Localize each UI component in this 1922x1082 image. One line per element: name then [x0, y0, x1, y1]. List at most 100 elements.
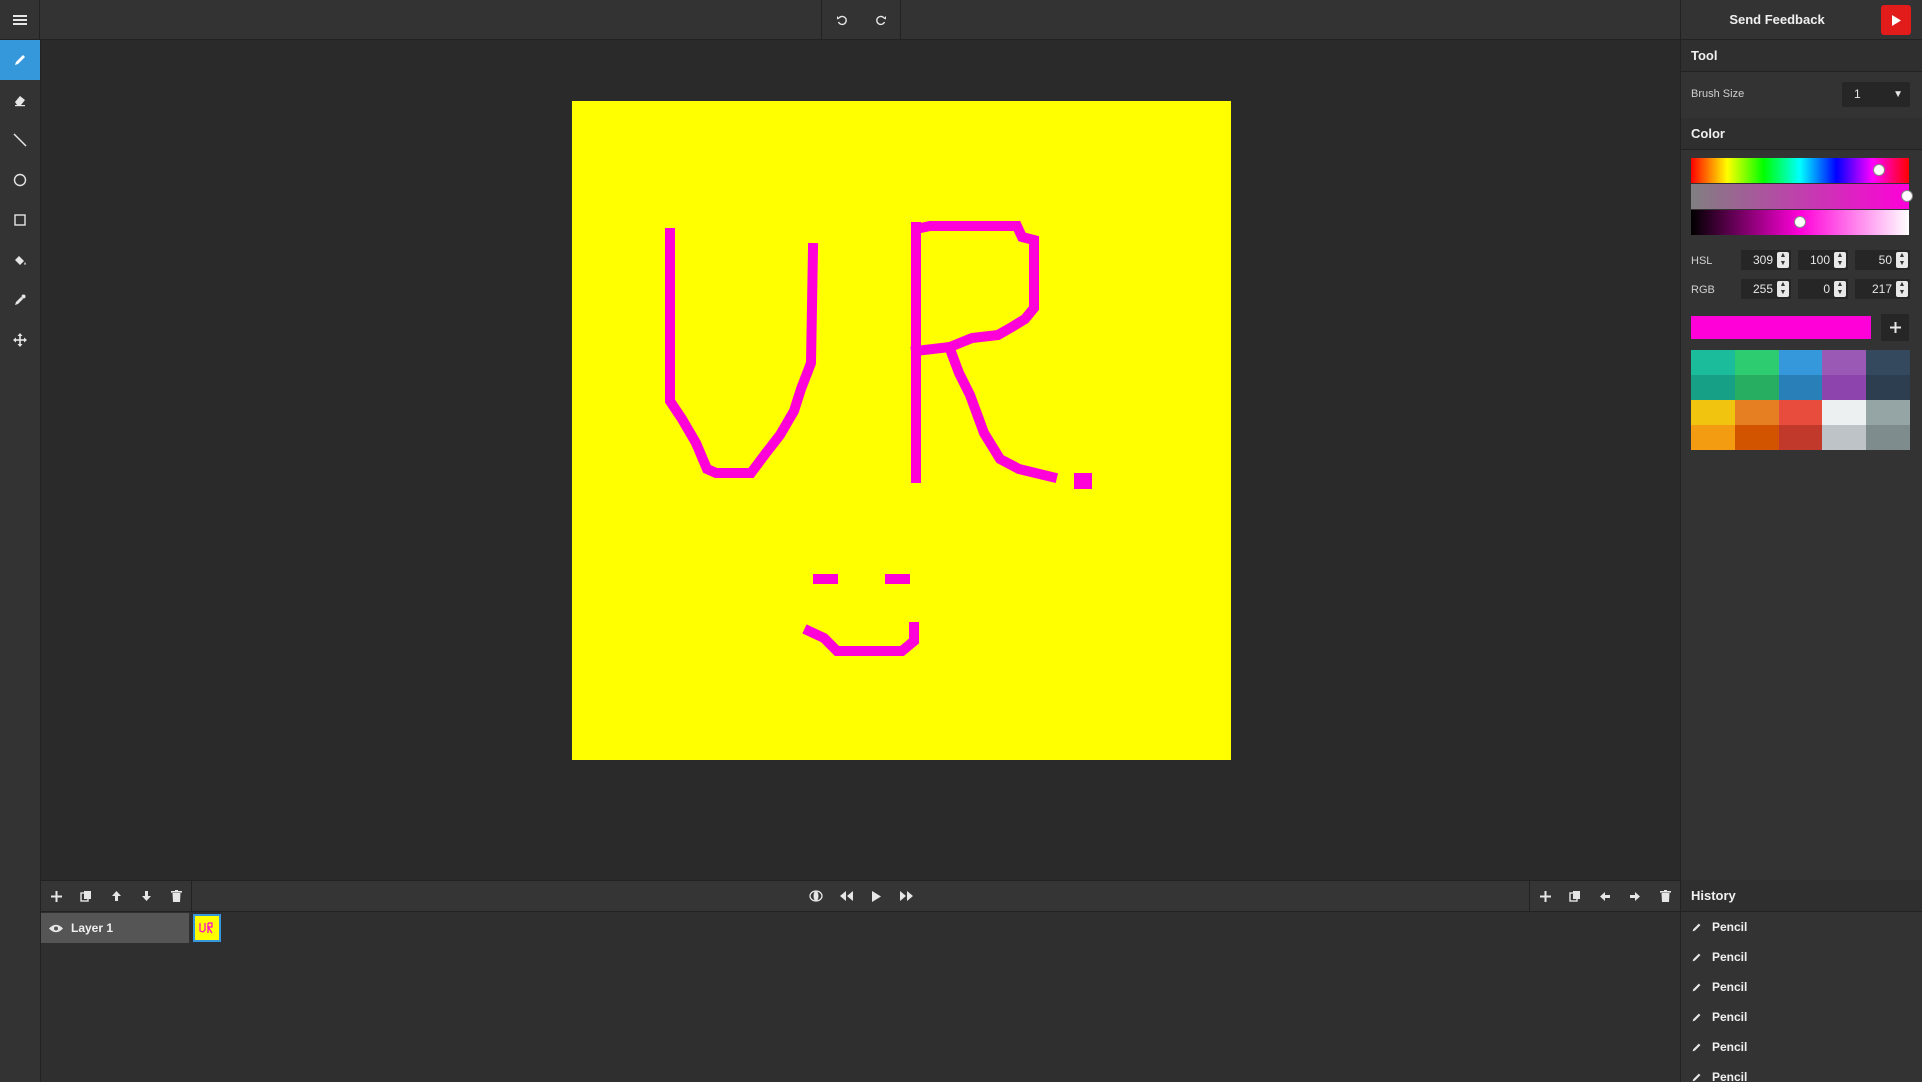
add-frame-button[interactable] [1530, 881, 1560, 911]
undo-button[interactable] [822, 0, 861, 40]
brush-size-select[interactable]: 1 ▼ [1842, 82, 1910, 107]
stepper-icon[interactable]: ▲ ▼ [1777, 252, 1789, 268]
layer-row[interactable]: Layer 1 [41, 913, 189, 943]
lightness-input[interactable]: 50 ▲ ▼ [1855, 250, 1910, 270]
redo-icon [875, 15, 886, 26]
rectangle-tool[interactable] [0, 200, 40, 240]
palette-swatch[interactable] [1778, 425, 1823, 450]
smile-mouth [802, 622, 919, 656]
r-leg-end [1074, 473, 1092, 489]
duplicate-frame-button[interactable] [1560, 881, 1590, 911]
history-item[interactable]: Pencil [1681, 1002, 1922, 1032]
history-item[interactable]: Pencil [1681, 972, 1922, 1002]
arrow-left-icon [1600, 891, 1610, 901]
history-item-label: Pencil [1712, 950, 1748, 964]
duplicate-layer-button[interactable] [71, 881, 101, 911]
redo-button[interactable] [861, 0, 900, 40]
pencil-tool[interactable] [0, 40, 40, 80]
palette-swatch[interactable] [1691, 400, 1735, 425]
saturation-slider-handle[interactable] [1901, 190, 1913, 202]
history-item-label: Pencil [1712, 1040, 1748, 1054]
trash-icon [170, 890, 182, 902]
palette-swatch[interactable] [1822, 425, 1867, 450]
palette-swatch[interactable] [1866, 425, 1910, 450]
drawing-canvas[interactable] [572, 101, 1231, 760]
palette-swatch[interactable] [1778, 400, 1823, 425]
lightness-slider[interactable] [1691, 210, 1909, 235]
palette-swatch[interactable] [1822, 400, 1867, 425]
palette-swatch[interactable] [1734, 425, 1779, 450]
stepper-icon[interactable]: ▲ ▼ [1834, 252, 1846, 268]
move-layer-up-button[interactable] [101, 881, 131, 911]
eraser-tool[interactable] [0, 80, 40, 120]
palette-swatch[interactable] [1734, 400, 1779, 425]
saturation-input[interactable]: 100 ▲ ▼ [1798, 250, 1848, 270]
hue-slider[interactable] [1691, 158, 1909, 183]
letter-u-stroke [665, 228, 819, 478]
add-swatch-button[interactable] [1881, 314, 1909, 341]
eyedropper-tool[interactable] [0, 280, 40, 320]
pencil-icon [15, 55, 25, 65]
eye-icon[interactable] [49, 924, 63, 933]
palette-swatch[interactable] [1778, 350, 1823, 375]
square-icon [14, 214, 26, 226]
palette-swatch[interactable] [1866, 400, 1910, 425]
ellipse-tool[interactable] [0, 160, 40, 200]
brush-size-value: 1 [1854, 87, 1861, 101]
palette-swatch[interactable] [1734, 350, 1779, 375]
youtube-button[interactable] [1881, 5, 1911, 35]
timeline-toolbar [41, 880, 1680, 912]
palette-swatch[interactable] [1778, 375, 1823, 400]
history-item[interactable]: Pencil [1681, 912, 1922, 942]
menu-button[interactable] [0, 0, 40, 40]
palette-swatch[interactable] [1822, 375, 1867, 400]
stepper-icon[interactable]: ▲ ▼ [1896, 252, 1908, 268]
playback-controls [801, 881, 921, 911]
stepper-icon[interactable]: ▲ ▼ [1896, 281, 1908, 297]
canvas-area [41, 40, 1680, 880]
layer-controls [41, 881, 192, 911]
arrow-right-icon [1630, 891, 1640, 901]
feedback-bar: Send Feedback [1681, 0, 1922, 40]
red-input[interactable]: 255 ▲ ▼ [1741, 279, 1791, 299]
onion-skin-button[interactable] [801, 881, 831, 911]
delete-layer-button[interactable] [161, 881, 191, 911]
frame-preview [199, 922, 213, 934]
history-item[interactable]: Pencil [1681, 942, 1922, 972]
palette-swatch[interactable] [1866, 375, 1910, 400]
palette-swatch[interactable] [1691, 350, 1735, 375]
history-item[interactable]: Pencil [1681, 1032, 1922, 1062]
move-tool[interactable] [0, 320, 40, 360]
add-layer-button[interactable] [41, 881, 71, 911]
layer-name: Layer 1 [71, 921, 114, 935]
send-feedback-button[interactable]: Send Feedback [1681, 0, 1873, 40]
saturation-slider[interactable] [1691, 184, 1913, 209]
play-button[interactable] [861, 881, 891, 911]
hamburger-icon [12, 15, 27, 25]
palette-swatch[interactable] [1866, 350, 1910, 375]
line-tool[interactable] [0, 120, 40, 160]
palette-swatch[interactable] [1691, 425, 1735, 450]
color-palette [1691, 350, 1910, 450]
blue-input[interactable]: 217 ▲ ▼ [1855, 279, 1910, 299]
previous-frame-button[interactable] [831, 881, 861, 911]
palette-swatch[interactable] [1734, 375, 1779, 400]
hue-slider-handle[interactable] [1873, 164, 1885, 176]
top-bar [0, 0, 1680, 40]
lightness-slider-handle[interactable] [1794, 216, 1806, 228]
frame-thumbnail[interactable] [193, 914, 221, 942]
history-item[interactable]: Pencil [1681, 1062, 1922, 1082]
hue-input[interactable]: 309 ▲ ▼ [1741, 250, 1791, 270]
palette-swatch[interactable] [1691, 375, 1735, 400]
move-frame-right-button[interactable] [1620, 881, 1650, 911]
delete-frame-button[interactable] [1650, 881, 1680, 911]
next-frame-button[interactable] [891, 881, 921, 911]
move-frame-left-button[interactable] [1590, 881, 1620, 911]
palette-swatch[interactable] [1822, 350, 1867, 375]
stepper-icon[interactable]: ▲ ▼ [1834, 281, 1846, 297]
stepper-icon[interactable]: ▲ ▼ [1777, 281, 1789, 297]
green-input[interactable]: 0 ▲ ▼ [1798, 279, 1848, 299]
fill-tool[interactable] [0, 240, 40, 280]
plus-icon [1539, 890, 1551, 902]
move-layer-down-button[interactable] [131, 881, 161, 911]
